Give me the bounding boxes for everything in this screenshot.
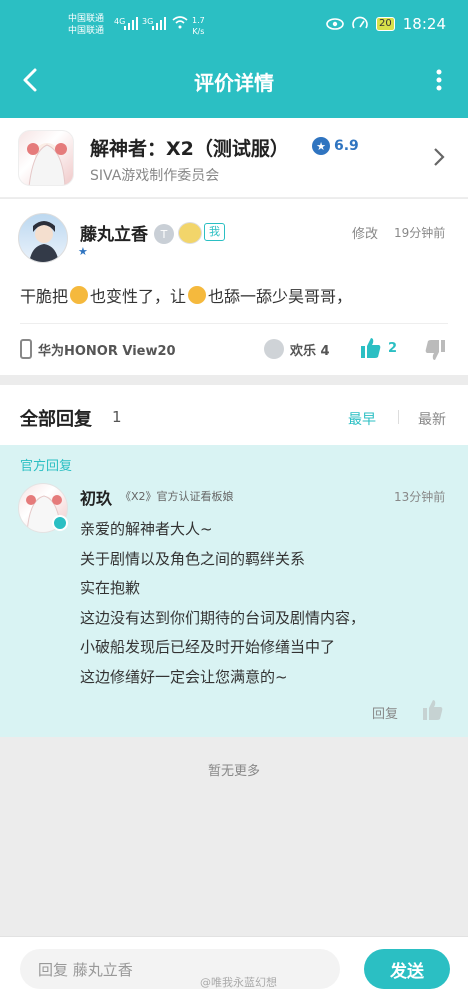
review-text-part2: 也变性了，让	[90, 287, 187, 306]
net-speed: 1.7 K/s	[192, 15, 205, 37]
eye-icon	[326, 18, 344, 30]
review-time: 19分钟前	[394, 226, 446, 240]
fun-label: 欢乐 4	[290, 343, 330, 359]
thumbs-down-icon[interactable]	[424, 339, 446, 361]
speed-gauge-icon	[352, 16, 368, 29]
reply-line: 这边没有达到你们期待的台词及剧情内容，	[80, 608, 366, 627]
review-text-part3: 也舔一舔少昊哥哥，	[208, 287, 353, 306]
carrier-2: 中国联通	[68, 26, 105, 36]
badge-avatar	[178, 222, 202, 244]
reply-line: 亲爱的解神者大人~	[80, 520, 213, 538]
chevron-right-icon	[434, 148, 445, 166]
net-speed-value: 1.7	[192, 16, 205, 25]
like-count: 2	[388, 340, 398, 356]
reply-time: 13分钟前	[394, 490, 446, 504]
reply-button[interactable]: 回复	[372, 703, 398, 722]
carrier-info: 中国联通 中国联通	[68, 13, 104, 37]
rating-badge: ★ 6.9	[312, 137, 359, 155]
smile-icon	[264, 339, 284, 359]
replies-header: 全部回复 1 最早 最新	[0, 385, 468, 445]
review-text: 干脆把 也变性了，让 也舔一舔少昊哥哥，	[20, 283, 352, 307]
more-vertical-icon[interactable]	[434, 68, 444, 92]
reply-bar: 回复 藤丸立香 发送	[0, 936, 468, 1000]
replies-title: 全部回复	[20, 409, 92, 430]
sort-earliest-tab[interactable]: 最早	[348, 409, 376, 429]
level-badge: T	[154, 224, 174, 244]
emoji-icon	[70, 286, 89, 304]
reply-line: 关于剧情以及角色之间的羁绊关系	[80, 549, 306, 568]
review-text-part1: 干脆把	[20, 287, 69, 306]
net-speed-unit: K/s	[192, 27, 205, 36]
me-tag: 我	[204, 223, 225, 241]
star-icon: ★	[312, 137, 330, 155]
avatar-art	[29, 221, 59, 262]
verified-icon	[52, 515, 68, 531]
game-title: 解神者：X2（测试服）	[90, 138, 289, 160]
official-reply-tag: 官方回复	[20, 459, 73, 474]
page-title: 评价详情	[194, 71, 274, 95]
reply-author-role: 《X2》官方认证看板娘	[120, 490, 234, 503]
game-art	[27, 143, 67, 185]
battery-indicator: 20	[376, 17, 395, 31]
game-developer: SIVA游戏制作委员会	[90, 168, 220, 184]
app-header: 中国联通 中国联通 4G 3G 1.7 K/s 20 18:24 评价详情	[0, 0, 468, 118]
reply-line: 小破船发现后已经及时开始修缮当中了	[80, 638, 336, 656]
edit-button[interactable]: 修改	[352, 223, 378, 242]
carrier-1: 中国联通	[68, 14, 105, 24]
status-right: 20 18:24	[326, 15, 446, 33]
signal-bars-2-icon	[152, 17, 166, 30]
official-reply: 官方回复 初玖 《X2》官方认证看板娘 13分钟前 亲爱的解神者大人~ 关于剧情…	[0, 445, 468, 737]
wifi-icon	[172, 16, 188, 29]
signal-bars-icon	[124, 17, 138, 30]
like-button[interactable]: 2	[360, 337, 397, 359]
avatar[interactable]	[18, 213, 68, 263]
nav-bar: 评价详情	[0, 56, 468, 106]
reply-author[interactable]: 初玖	[80, 485, 112, 509]
game-icon	[18, 130, 74, 186]
send-button[interactable]: 发送	[364, 949, 450, 989]
emoji-icon	[188, 286, 207, 304]
fun-button[interactable]: 欢乐 4	[264, 339, 330, 359]
watermark: @唯我永蓝幻想	[200, 976, 277, 989]
device-name: 华为HONOR View20	[38, 343, 176, 359]
clock: 18:24	[402, 15, 446, 33]
status-bar: 中国联通 中国联通 4G 3G 1.7 K/s 20 18:24	[0, 0, 468, 50]
review-username[interactable]: 藤丸立香	[80, 220, 148, 245]
user-star-icon: ★	[78, 245, 88, 258]
replies-count: 1	[112, 408, 122, 426]
rating-value: 6.9	[334, 138, 359, 154]
device-info: 华为HONOR View20	[20, 339, 176, 359]
reply-line: 实在抱歉	[80, 579, 141, 597]
phone-icon	[20, 339, 32, 359]
reply-line: 这边修缮好一定会让您满意的~	[80, 667, 288, 686]
sort-divider	[398, 410, 399, 424]
thumbs-up-icon[interactable]	[422, 699, 444, 721]
reply-input[interactable]: 回复 藤丸立香	[20, 949, 340, 989]
no-more-text: 暂无更多	[207, 764, 260, 779]
divider	[20, 323, 448, 324]
reply-body: 亲爱的解神者大人~ 关于剧情以及角色之间的羁绊关系 实在抱歉 这边没有达到你们期…	[80, 515, 365, 692]
review-card: 藤丸立香 T 我 ★ 修改 19分钟前 干脆把 也变性了，让 也舔一舔少昊哥哥，…	[0, 199, 468, 375]
game-card[interactable]: 解神者：X2（测试服） ★ 6.9 SIVA游戏制作委员会	[0, 118, 468, 198]
sort-newest-tab[interactable]: 最新	[418, 409, 446, 429]
thumbs-up-icon	[361, 338, 381, 358]
